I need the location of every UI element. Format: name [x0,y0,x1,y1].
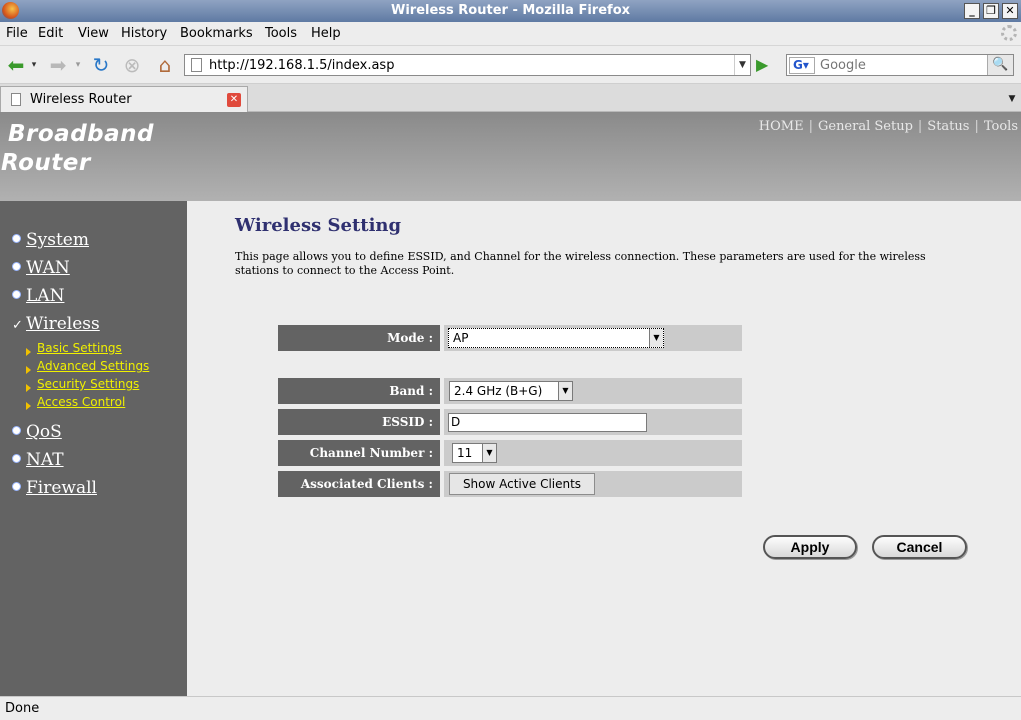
checkmark-icon: ✓ [12,318,23,333]
url-input[interactable] [209,56,729,74]
stop-icon[interactable]: ⊗ [120,54,144,76]
bullet-icon [12,426,21,435]
bullet-icon [12,262,21,271]
sidebar-item-wan[interactable]: WAN [12,258,70,278]
channel-select[interactable]: 11 ▼ [452,443,497,463]
reload-icon[interactable]: ↻ [89,54,113,76]
chevron-down-icon: ▼ [558,382,572,400]
bullet-icon [12,454,21,463]
top-navigation: HOME | General Setup | Status | Tools [758,119,1018,134]
search-input[interactable] [820,56,985,74]
sidebar-item-system[interactable]: System [12,230,89,250]
triangle-icon [26,348,31,356]
maximize-icon[interactable]: ❐ [983,3,999,19]
tab-close-icon[interactable]: ✕ [227,93,241,107]
sidebar: System WAN LAN ✓ Wireless Basic Settings … [0,201,187,696]
triangle-icon [26,384,31,392]
minimize-icon[interactable]: _ [964,3,980,19]
nav-status[interactable]: Status [927,119,969,134]
channel-value-cell: 11 ▼ [444,440,742,466]
nav-home[interactable]: HOME [759,119,804,134]
tab-label: Wireless Router [30,92,132,107]
essid-value-cell: D [444,409,742,435]
sidebar-subitem-access-control[interactable]: Access Control [26,395,125,410]
menu-bookmarks[interactable]: Bookmarks [180,26,253,41]
mode-label: Mode : [278,325,440,351]
sidebar-item-lan[interactable]: LAN [12,286,64,306]
page-description: This page allows you to define ESSID, an… [235,250,926,277]
status-text: Done [5,701,40,716]
channel-row: Channel Number : 11 ▼ [278,440,742,466]
navigation-toolbar: ⬅ ▾ ➡ ▾ ↻ ⊗ ⌂ ▼ ▶ G▾ 🔍 [0,46,1021,84]
band-value-cell: 2.4 GHz (B+G) ▼ [444,378,742,404]
main-content: Wireless Setting This page allows you to… [187,201,1021,696]
sidebar-subitem-basic-settings[interactable]: Basic Settings [26,341,122,356]
window-titlebar: Wireless Router - Mozilla Firefox _ ❐ ✕ [0,0,1021,22]
essid-label: ESSID : [278,409,440,435]
bullet-icon [12,290,21,299]
clients-row: Associated Clients : Show Active Clients [278,471,742,497]
triangle-icon [26,366,31,374]
url-dropdown-icon[interactable]: ▼ [734,55,750,75]
menu-file[interactable]: File [6,26,28,41]
forward-history-dropdown-icon[interactable]: ▾ [72,54,84,76]
menu-view[interactable]: View [78,26,109,41]
menu-history[interactable]: History [121,26,167,41]
sidebar-subitem-security-settings[interactable]: Security Settings [26,377,139,392]
throbber-icon [1001,25,1017,41]
search-bar[interactable]: G▾ 🔍 [786,54,1014,76]
window-title: Wireless Router - Mozilla Firefox [390,3,631,18]
sidebar-item-qos[interactable]: QoS [12,422,62,442]
forward-arrow-icon[interactable]: ➡ [46,54,70,76]
menu-bar: File Edit View History Bookmarks Tools H… [0,22,1021,46]
status-bar: Done [0,696,1021,720]
mode-value-cell: AP ▼ [444,325,742,351]
apply-button[interactable]: Apply [763,535,857,559]
tab-bar: Wireless Router ✕ ▼ [0,84,1021,112]
menu-tools[interactable]: Tools [265,26,297,41]
router-header: Broadband Router HOME | General Setup | Stat… [0,112,1021,201]
back-history-dropdown-icon[interactable]: ▾ [28,54,40,76]
menu-help[interactable]: Help [311,26,341,41]
sidebar-item-wireless[interactable]: ✓ Wireless [12,314,100,334]
triangle-icon [26,402,31,410]
close-icon[interactable]: ✕ [1002,3,1018,19]
chevron-down-icon: ▼ [482,444,496,462]
google-engine-icon[interactable]: G▾ [789,57,815,74]
show-active-clients-button[interactable]: Show Active Clients [449,473,595,495]
bullet-icon [12,482,21,491]
clients-value-cell: Show Active Clients [444,471,742,497]
band-label: Band : [278,378,440,404]
page-title: Wireless Setting [235,215,402,236]
tab-list-dropdown-icon[interactable]: ▼ [1003,88,1021,110]
band-row: Band : 2.4 GHz (B+G) ▼ [278,378,742,404]
menu-edit[interactable]: Edit [38,26,63,41]
back-arrow-icon[interactable]: ⬅ [4,54,28,76]
brand-line1: Broadband [8,121,154,147]
essid-row: ESSID : D [278,409,742,435]
home-icon[interactable]: ⌂ [153,54,177,76]
bullet-icon [12,234,21,243]
brand-line2: Router [1,150,91,176]
clients-label: Associated Clients : [278,471,440,497]
essid-input[interactable]: D [448,413,647,432]
chevron-down-icon: ▼ [649,329,663,347]
cancel-button[interactable]: Cancel [872,535,967,559]
sidebar-item-firewall[interactable]: Firewall [12,478,97,498]
nav-general-setup[interactable]: General Setup [818,119,913,134]
tab-page-icon [11,93,21,106]
search-icon[interactable]: 🔍 [987,55,1013,75]
band-select[interactable]: 2.4 GHz (B+G) ▼ [449,381,573,401]
nav-tools[interactable]: Tools [984,119,1018,134]
sidebar-item-nat[interactable]: NAT [12,450,64,470]
address-bar[interactable]: ▼ [184,54,751,76]
mode-select[interactable]: AP ▼ [448,328,664,348]
sidebar-subitem-advanced-settings[interactable]: Advanced Settings [26,359,149,374]
go-arrow-icon[interactable]: ▶ [756,56,774,74]
tab-wireless-router[interactable]: Wireless Router ✕ [0,86,248,112]
channel-label: Channel Number : [278,440,440,466]
page-icon [191,58,202,72]
mode-row: Mode : AP ▼ [278,325,742,351]
